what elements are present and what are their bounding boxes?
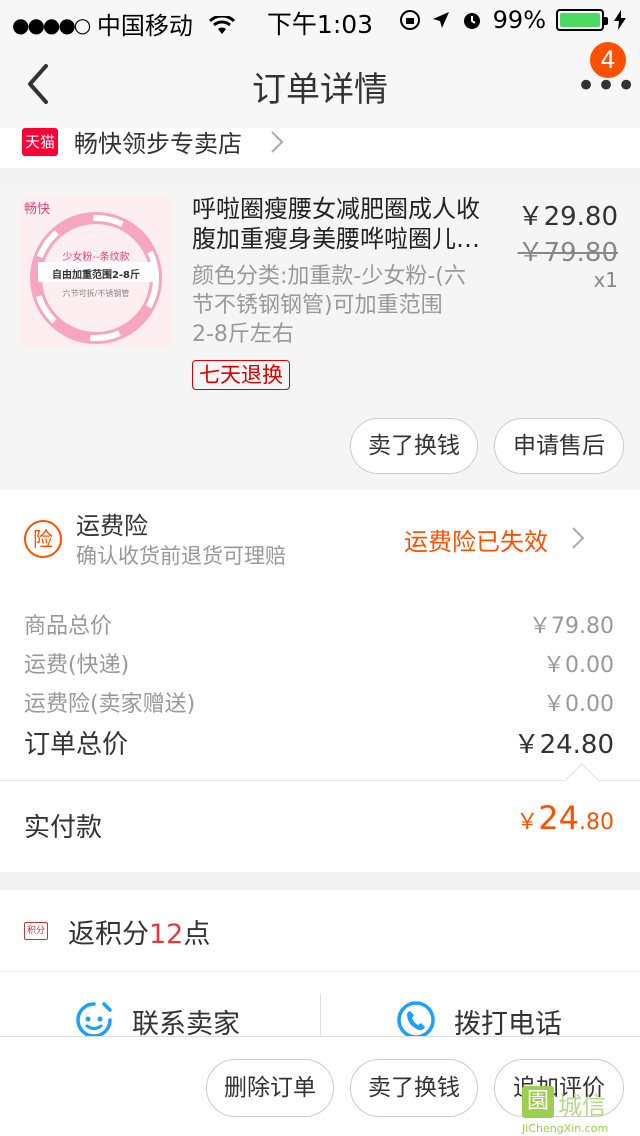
- after-sale-button[interactable]: 申请售后: [494, 418, 624, 474]
- points-suffix: 点: [183, 919, 211, 950]
- location-arrow-icon: [432, 12, 449, 28]
- points-row: 积分 返积分12点: [0, 890, 640, 972]
- battery-percent: 99%: [492, 6, 546, 34]
- battery-icon: [556, 9, 608, 31]
- chat-icon: [76, 1002, 112, 1038]
- store-name: 畅快领步专卖店: [74, 130, 242, 158]
- shipping-label: 运费(快递): [24, 653, 130, 678]
- shipping-value: ￥0.00: [543, 653, 614, 678]
- chevron-right-icon: [271, 131, 284, 153]
- page-title: 订单详情: [252, 70, 388, 110]
- order-total-label: 订单总价: [24, 730, 129, 760]
- insurance-subtitle: 确认收货前退货可理赔: [76, 544, 286, 568]
- nav-bar: 订单详情 •••: [0, 40, 640, 128]
- freight-insurance[interactable]: 险 运费险 确认收货前退货可理赔 运费险已失效: [0, 490, 640, 586]
- product-image[interactable]: 畅快 少女粉--条纹款 自由加重范围2-8斤 六节可拆/不锈钢管: [20, 196, 172, 348]
- status-right: 99%: [399, 6, 626, 34]
- return-policy-tag: 七天退换: [192, 360, 290, 390]
- points-number: 12: [149, 919, 184, 950]
- notification-badge: 4: [590, 42, 626, 78]
- paid-amount: ￥24.80: [516, 799, 614, 837]
- status-bar: ●●●●○ 中国移动 下午1:03 99%: [0, 0, 640, 40]
- alarm-icon: [463, 13, 480, 29]
- thumb-line2: 自由加重范围2-8斤: [51, 270, 141, 281]
- chevron-right-icon: [572, 527, 585, 549]
- paid-label: 实付款: [24, 813, 103, 843]
- product-title[interactable]: 呼啦圈瘦腰女减肥圈成人收 腹加重瘦身美腰哗啦圈儿…: [192, 194, 492, 254]
- watermark-logo: 園: [522, 1086, 554, 1118]
- watermark-text: 城信: [558, 1092, 606, 1120]
- paid-currency: ￥: [516, 810, 539, 835]
- sku-line1: 颜色分类:加重款-少女粉-(六: [192, 264, 466, 289]
- shipping-insurance-value: ￥0.00: [543, 692, 614, 717]
- order-total-value: ￥24.80: [513, 730, 614, 760]
- insurance-status[interactable]: 运费险已失效: [404, 522, 548, 557]
- product-price: ￥29.80: [517, 202, 618, 232]
- paid-integer: 24: [538, 799, 579, 837]
- watermark-url: JiChengXin.com: [522, 1122, 609, 1135]
- store-header[interactable]: 天猫 畅快领步专卖店: [0, 128, 640, 168]
- insurance-icon: 险: [24, 520, 62, 558]
- product-title-line2: 腹加重瘦身美腰哗啦圈儿…: [192, 225, 480, 253]
- sku-line2: 节不锈钢钢管)可加重范围: [192, 293, 443, 318]
- thumb-line3: 六节可拆/不锈钢管: [62, 289, 130, 298]
- product-title-line1: 呼啦圈瘦腰女减肥圈成人收: [192, 195, 480, 223]
- thumb-line1: 少女粉--条纹款: [62, 252, 130, 263]
- sell-button-bottom[interactable]: 卖了换钱: [350, 1059, 478, 1117]
- paid-decimal: .80: [579, 810, 614, 835]
- tmall-icon: 天猫: [22, 128, 58, 156]
- subtotal-label: 商品总价: [24, 614, 113, 639]
- rotation-lock-icon: [399, 10, 420, 30]
- thumb-brand: 畅快: [24, 202, 51, 217]
- contact-row: 联系卖家 拨打电话: [0, 972, 640, 1042]
- shipping-insurance-label: 运费险(卖家赠送): [24, 692, 196, 717]
- points-prefix: 返积分: [68, 919, 149, 950]
- divider: [320, 994, 321, 1042]
- sku-line3: 2-8斤左右: [192, 322, 294, 347]
- charging-icon: [614, 10, 626, 30]
- delete-order-button[interactable]: 删除订单: [206, 1059, 334, 1117]
- insurance-title: 运费险: [76, 512, 148, 540]
- product-card[interactable]: 畅快 少女粉--条纹款 自由加重范围2-8斤 六节可拆/不锈钢管 呼啦圈瘦腰女减…: [0, 184, 640, 490]
- more-icon[interactable]: •••: [576, 69, 636, 103]
- price-summary: 商品总价 ￥79.80 运费(快递) ￥0.00 运费险(卖家赠送) ￥0.00…: [0, 586, 640, 780]
- watermark: 園 城信 JiChengXin.com: [522, 1082, 640, 1136]
- points-text: 返积分12点: [68, 912, 210, 951]
- original-price: ￥79.80: [517, 238, 618, 268]
- sell-button[interactable]: 卖了换钱: [350, 418, 478, 474]
- subtotal-value: ￥79.80: [529, 614, 614, 639]
- product-quantity: x1: [593, 268, 618, 292]
- battery-fill: [560, 13, 600, 27]
- product-sku: 颜色分类:加重款-少女粉-(六 节不锈钢钢管)可加重范围 2-8斤左右: [192, 262, 502, 349]
- phone-icon: [397, 1001, 435, 1039]
- paid-row: 实付款 ￥24.80: [0, 780, 640, 872]
- points-icon: 积分: [24, 922, 48, 940]
